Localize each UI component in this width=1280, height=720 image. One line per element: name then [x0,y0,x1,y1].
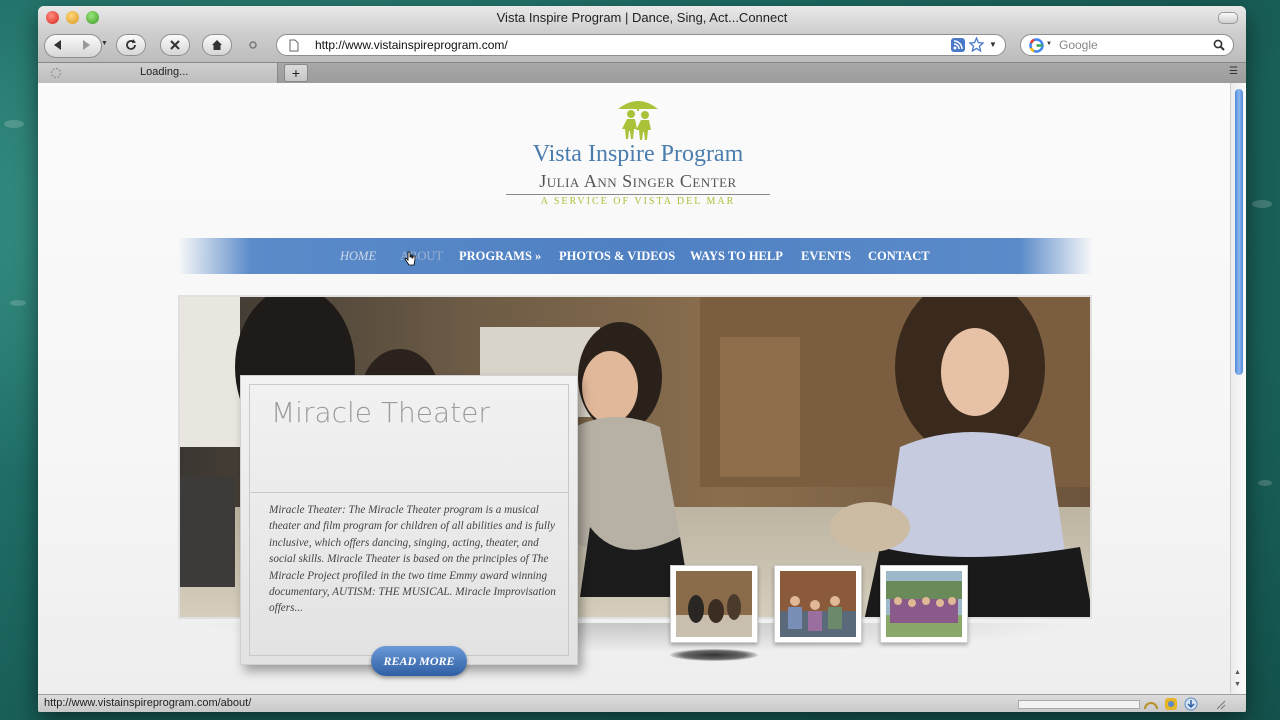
thumbnail-image [780,571,856,637]
umbrella-children-logo-icon [618,101,658,140]
browser-toolbar: ▼ http://www.vistainspireprogram.com/ ▼ … [38,30,1246,62]
scroll-down-icon[interactable]: ▼ [1234,681,1241,688]
status-bar: http://www.vistainspireprogram.com/about… [38,694,1246,712]
background-decoration [1252,200,1272,208]
download-icon[interactable] [1184,697,1198,711]
feature-card: Miracle Theater Miracle Theater: The Mir… [240,375,578,676]
title-bar: Vista Inspire Program | Dance, Sing, Act… [38,6,1246,30]
background-decoration [1258,480,1272,486]
reload-button[interactable] [116,34,146,56]
feed-settings-icon[interactable] [248,40,258,50]
hand-cursor-icon [404,251,416,266]
nav-item-contact[interactable]: CONTACT [868,249,930,264]
resize-grip-icon[interactable] [1214,698,1226,710]
browser-window: Vista Inspire Program | Dance, Sing, Act… [38,6,1246,712]
stop-button[interactable] [160,34,190,56]
address-bar[interactable]: http://www.vistainspireprogram.com/ ▼ [276,34,1006,56]
nav-item-programs[interactable]: PROGRAMS » [459,249,541,264]
feature-title: Miracle Theater [271,396,490,429]
new-tab-button[interactable]: + [284,64,308,82]
search-bar[interactable]: ▼ Google [1020,34,1234,56]
thumbnail-image [886,571,962,637]
search-input[interactable]: Google [1059,38,1098,52]
history-dropdown-icon[interactable]: ▼ [101,40,108,47]
back-button[interactable] [44,34,72,56]
slide-thumbnail-3[interactable] [880,565,968,643]
vertical-scrollbar[interactable]: ▲ ▼ [1230,83,1246,694]
window-title: Vista Inspire Program | Dance, Sing, Act… [496,10,788,25]
status-url: http://www.vistainspireprogram.com/about… [44,697,252,709]
page-icon [289,39,299,52]
nav-item-home[interactable]: HOME [340,249,376,264]
addon-icon[interactable] [1144,698,1158,710]
logo-title: Vista Inspire Program [532,141,744,167]
card-divider [249,492,569,493]
google-logo-icon [1029,38,1044,53]
progress-bar [1018,700,1140,709]
home-button[interactable] [202,34,232,56]
nav-item-events[interactable]: EVENTS [801,249,851,264]
url-dropdown-icon[interactable]: ▼ [989,40,997,49]
loading-spinner-icon [50,67,62,79]
scroll-up-icon[interactable]: ▲ [1234,669,1241,676]
background-decoration [4,120,24,128]
slide-thumbnail-2[interactable] [774,565,862,643]
site-logo[interactable]: Vista Inspire Program Julia Ann Singer C… [498,95,778,207]
forward-button[interactable] [72,34,100,56]
search-icon[interactable] [1213,39,1225,51]
toolbar-toggle-button[interactable] [1218,12,1238,24]
scrollbar-thumb[interactable] [1235,89,1243,375]
logo-tagline: A SERVICE OF VISTA DEL MAR [540,196,736,207]
extension-icon[interactable] [1164,697,1178,711]
tab-bar: Loading... + ☰ [38,62,1246,83]
search-engine-dropdown-icon[interactable]: ▼ [1046,41,1052,47]
url-text[interactable]: http://www.vistainspireprogram.com/ [315,38,508,52]
stop-icon [170,40,180,50]
tab-label: Loading... [140,66,189,78]
thumbnail-active-indicator [670,649,758,661]
reload-icon [126,39,136,50]
nav-item-photos-videos[interactable]: PHOTOS & VIDEOS [559,249,675,264]
logo-subtitle: Julia Ann Singer Center [539,171,737,191]
home-icon [212,40,222,50]
read-more-button[interactable]: READ MORE [371,646,467,676]
rss-icon[interactable] [951,38,965,52]
tab-list-icon[interactable]: ☰ [1229,66,1238,77]
thumbnail-image [676,571,752,637]
bookmark-star-icon[interactable] [969,37,984,52]
logo-divider [506,194,770,195]
page-content: Vista Inspire Program Julia Ann Singer C… [38,83,1230,694]
slide-thumbnail-1[interactable] [670,565,758,643]
nav-item-ways-to-help[interactable]: WAYS TO HELP [690,249,783,264]
background-decoration [10,300,26,306]
back-arrow-icon [54,40,61,50]
feature-description: Miracle Theater: The Miracle Theater pro… [269,504,556,615]
main-nav: HOME ABOUT PROGRAMS » PHOTOS & VIDEOS WA… [178,238,1093,274]
forward-arrow-icon [83,40,90,50]
tab-current[interactable]: Loading... [38,63,278,83]
